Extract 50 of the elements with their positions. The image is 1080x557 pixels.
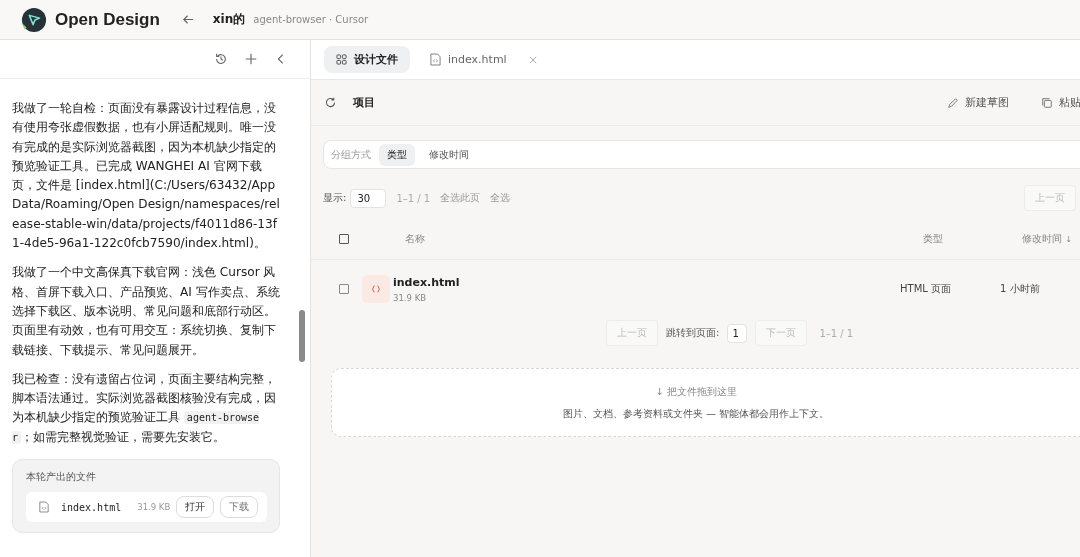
pencil-icon — [947, 96, 959, 109]
file-name: index.html — [61, 501, 122, 513]
file-type: HTML 页面 — [900, 282, 952, 296]
file-name[interactable]: index.html — [393, 275, 900, 289]
tab[interactable]: index.html — [418, 47, 519, 72]
toolbar-action[interactable]: 新建草图 — [941, 94, 1015, 111]
range-text: 1–1 / 1 — [396, 192, 431, 204]
column-header[interactable]: 名称 — [405, 232, 923, 246]
show-label: 显示: — [323, 191, 347, 205]
open-button[interactable]: 打开 — [176, 496, 215, 519]
drop-title: ↓ 把文件拖到这里 — [655, 384, 737, 399]
output-title: 本轮产出的文件 — [26, 470, 97, 485]
file-size: 31.9 KB — [137, 502, 171, 513]
copy-icon — [1041, 96, 1053, 109]
range-text: 1–1 / 1 — [819, 327, 854, 339]
toolbar-title: 项目 — [353, 95, 375, 110]
modified-time: 1 小时前 — [1000, 282, 1040, 296]
code-file-icon — [362, 275, 390, 303]
group-by-label: 分组方式 — [331, 147, 371, 162]
toolbar-action[interactable]: 粘贴 — [1035, 94, 1080, 111]
message-text: 我已检查：没有遗留占位词，页面主要结构完整，脚本语法通过。实际浏览器截图核验没有完成，因为本机缺少指定的预览验证工具 agent-browser ；如需完整视觉验证，需要先安装它。 — [12, 370, 277, 446]
close-icon[interactable] — [528, 55, 537, 64]
column-header[interactable]: 类型 — [923, 232, 1022, 246]
scrollbar-thumb[interactable] — [299, 310, 305, 362]
history-icon[interactable] — [214, 52, 228, 66]
column-header[interactable]: 修改时间 ↓ — [1022, 232, 1073, 246]
grid-icon — [336, 54, 347, 65]
file-icon — [39, 501, 49, 514]
row-checkbox[interactable] — [339, 284, 349, 294]
refresh-icon[interactable] — [324, 96, 337, 109]
page-number-field[interactable]: 1 — [727, 323, 748, 343]
page-size-field[interactable]: 30 — [350, 188, 387, 208]
project-name: xin的 — [212, 11, 246, 28]
back-arrow-icon[interactable] — [181, 13, 195, 26]
app-name: Open Design — [55, 9, 160, 30]
download-button[interactable]: 下载 — [220, 496, 259, 519]
drop-hint: 图片、文档、参考资料或文件夹 — 智能体都会用作上下文。 — [562, 406, 830, 421]
message-text: 我做了一个中文高保真下载官网：浅色 Cursor 风格、首屏下载入口、产品预览、AI 写作卖点、系统选择下载区、版本说明、常见问题和底部行动区。页面里有动效，也有可用交互：系统切换、复制下载链接、下载提示、常见问题展开。 — [12, 264, 280, 359]
message-text: 我做了一轮自检：页面没有暴露设计过程信息，没有使用夸张虚假数据，也有小屏适配规则。唯一没有完成的是实际浏览器截图，因为本机缺少指定的预览验证工具。已完成 WANGHEI AI 官网下载页，文件是 [index.html](C:/Users/63432/AppData/Roaming/Open Design/namespaces/release-stable-win/data/projects/f4011d86-13f1-4de5-96a1-122c0fcb7590/index.html)。 — [12, 100, 280, 253]
group-option[interactable]: 类型 — [379, 143, 415, 166]
file-size: 31.9 KB — [393, 292, 428, 303]
drop-zone[interactable]: ↓ 把文件拖到这里 图片、文档、参考资料或文件夹 — 智能体都会用作上下文。 — [331, 368, 1080, 437]
jump-label: 跳转到页面: — [666, 326, 720, 340]
group-option[interactable]: 修改时间 — [421, 143, 477, 166]
select-all-checkbox[interactable] — [339, 234, 349, 244]
plus-icon[interactable] — [244, 52, 258, 66]
file-icon — [430, 53, 441, 66]
logo-icon — [21, 6, 47, 33]
tab[interactable]: 设计文件 — [324, 46, 410, 73]
project-subtitle: agent-browser · Cursor — [253, 14, 369, 25]
